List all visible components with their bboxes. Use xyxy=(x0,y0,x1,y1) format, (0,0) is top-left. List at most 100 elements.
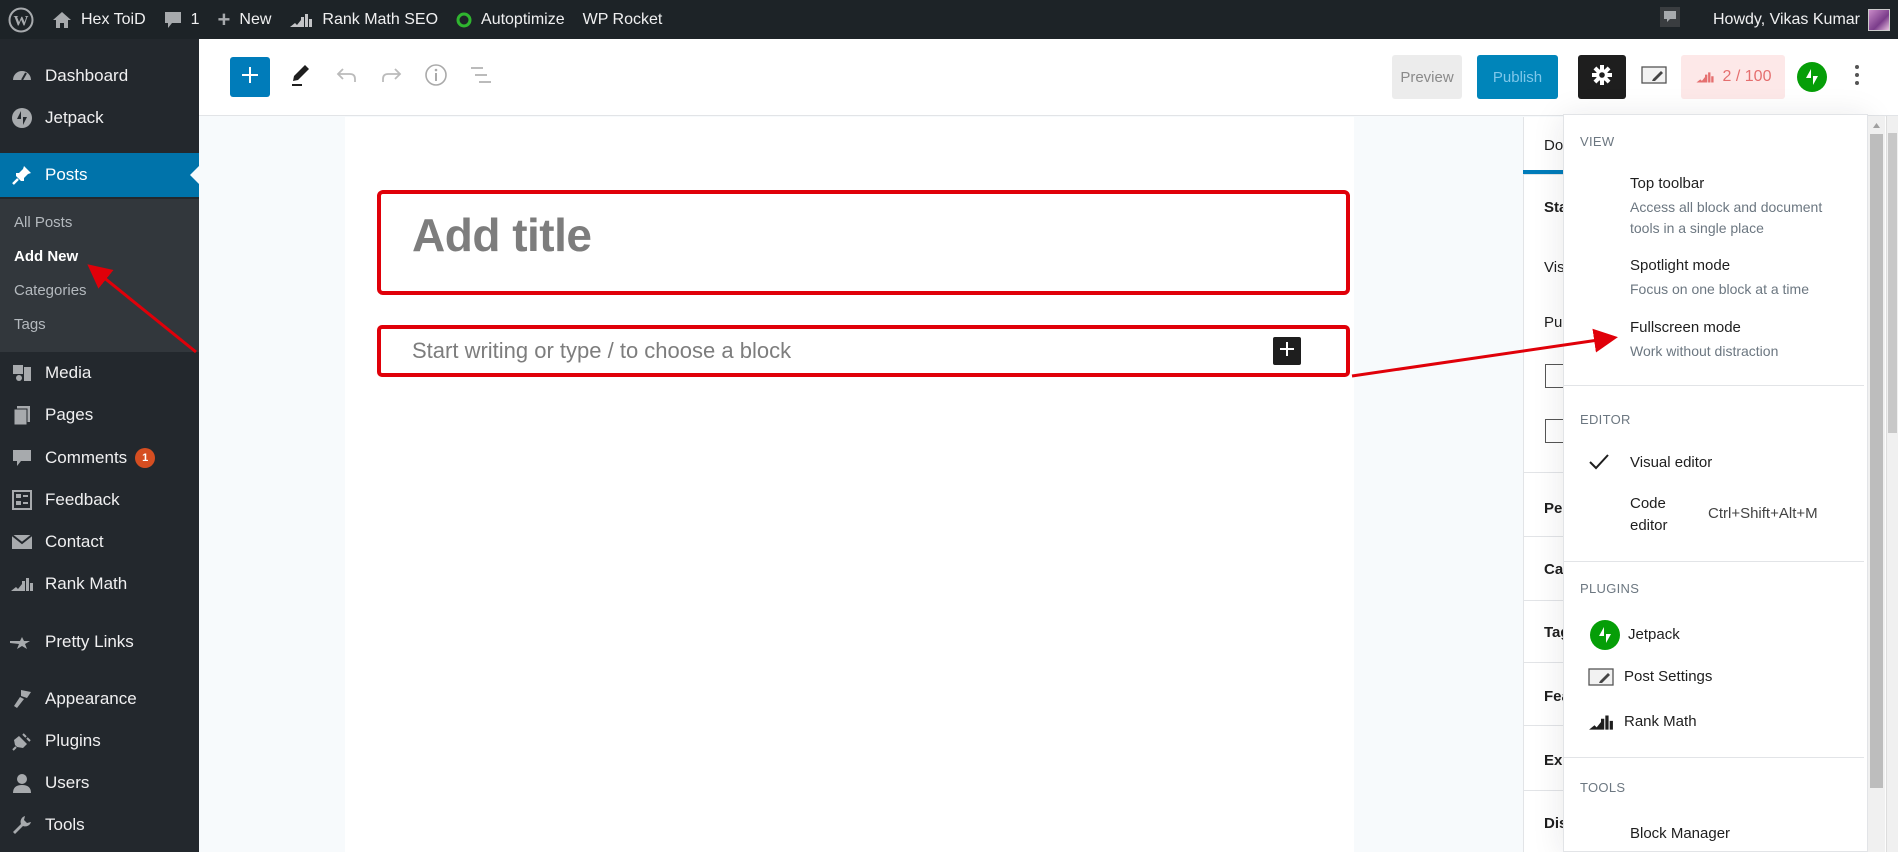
menu-item-post-settings[interactable]: Post Settings xyxy=(1564,663,1864,695)
pending-review-checkbox[interactable] xyxy=(1545,419,1565,443)
more-tools-button[interactable] xyxy=(1839,55,1875,99)
menu-comments[interactable]: Comments 1 xyxy=(0,438,199,478)
menu-posts[interactable]: Posts xyxy=(0,153,199,197)
menu-label: Tools xyxy=(45,815,85,834)
wp-rocket-menu[interactable]: WP Rocket xyxy=(574,0,672,39)
dropdown-scrollbar-thumb[interactable] xyxy=(1870,134,1883,788)
rank-math-seo-menu[interactable]: Rank Math SEO xyxy=(280,0,447,39)
submenu-add-new[interactable]: Add New xyxy=(14,248,78,265)
menu-dashboard[interactable]: Dashboard xyxy=(0,56,199,96)
autoptimize-menu[interactable]: Autoptimize xyxy=(447,0,574,39)
comment-icon xyxy=(164,11,182,29)
divider xyxy=(1523,725,1563,726)
menu-label: Plugins xyxy=(45,731,101,750)
block-inserter-button[interactable] xyxy=(230,57,270,97)
comments-menu[interactable]: 1 xyxy=(155,0,209,39)
menu-pretty-links[interactable]: Pretty Links xyxy=(0,622,199,662)
tools-mode-button[interactable] xyxy=(283,57,319,97)
menu-label: Users xyxy=(45,773,90,792)
menu-item-jetpack[interactable]: Jetpack xyxy=(1564,617,1864,653)
new-label: New xyxy=(239,10,272,28)
submenu-all-posts[interactable]: All Posts xyxy=(14,214,72,231)
menu-appearance[interactable]: Appearance xyxy=(0,679,199,719)
rank-math-icon xyxy=(10,572,34,596)
menu-label: Jetpack xyxy=(45,108,104,127)
menu-item-rank-math[interactable]: Rank Math xyxy=(1564,708,1864,740)
divider xyxy=(1523,790,1563,791)
feedback-icon xyxy=(10,488,34,512)
autoptimize-status-icon xyxy=(456,12,472,28)
jetpack-icon xyxy=(10,106,34,130)
settings-button[interactable] xyxy=(1578,55,1626,99)
post-title-input[interactable]: Add title xyxy=(412,208,592,262)
divider xyxy=(1564,561,1864,562)
menu-rank-math[interactable]: Rank Math xyxy=(0,564,199,604)
scroll-up-arrow-icon[interactable] xyxy=(1870,119,1883,132)
rank-math-seo-label: Rank Math SEO xyxy=(322,10,439,28)
svg-text:W: W xyxy=(14,13,29,29)
menu-feedback[interactable]: Feedback xyxy=(0,480,199,520)
item-label: Rank Math xyxy=(1624,713,1697,730)
menu-item-spotlight-mode[interactable]: Spotlight mode Focus on one block at a t… xyxy=(1564,257,1864,301)
admin-bar: W Hex ToiD 1 + New Rank Math SEO Autopti… xyxy=(0,0,1898,39)
menu-tools[interactable]: Tools xyxy=(0,805,199,845)
more-menu-dropdown: View Top toolbar Access all block and do… xyxy=(1563,114,1868,852)
group-label-plugins: Plugins xyxy=(1580,581,1640,596)
howdy-greeting: Howdy, Vikas Kumar xyxy=(1712,10,1860,28)
submenu-categories[interactable]: Categories xyxy=(14,282,87,299)
plus-icon xyxy=(241,66,259,89)
notifications-menu[interactable] xyxy=(1650,0,1690,39)
jetpack-button[interactable] xyxy=(1792,55,1832,99)
menu-users[interactable]: Users xyxy=(0,763,199,803)
undo-button[interactable] xyxy=(329,57,365,97)
wp-logo-menu[interactable]: W xyxy=(0,0,43,39)
menu-item-fullscreen-mode[interactable]: Fullscreen mode Work without distraction xyxy=(1564,319,1864,363)
menu-media[interactable]: Media xyxy=(0,353,199,393)
tab-document[interactable]: Do xyxy=(1544,137,1563,154)
item-label: Visual editor xyxy=(1630,454,1713,471)
item-label: Block Manager xyxy=(1630,825,1731,842)
panel-categories[interactable]: Ca xyxy=(1544,561,1563,578)
menu-item-code-editor[interactable]: Code editor Ctrl+Shift+Alt+M xyxy=(1564,493,1864,543)
list-view-icon xyxy=(469,65,493,90)
group-label-view: View xyxy=(1580,134,1615,149)
redo-button[interactable] xyxy=(373,57,409,97)
submenu-tags[interactable]: Tags xyxy=(14,316,46,333)
rank-math-icon xyxy=(1588,712,1614,732)
default-block-appender[interactable]: Start writing or type / to choose a bloc… xyxy=(412,338,791,364)
keyboard-shortcut: Ctrl+Shift+Alt+M xyxy=(1708,505,1818,522)
gear-icon xyxy=(1591,64,1613,91)
sticky-checkbox[interactable] xyxy=(1545,364,1565,388)
plus-icon: + xyxy=(217,6,231,32)
publish-label: Pu xyxy=(1544,314,1563,331)
menu-plugins[interactable]: Plugins xyxy=(0,721,199,761)
new-content-menu[interactable]: + New xyxy=(209,0,281,39)
preview-button[interactable]: Preview xyxy=(1392,55,1462,99)
undo-icon xyxy=(336,66,358,89)
rank-math-score-button[interactable]: 2 / 100 xyxy=(1681,55,1785,99)
menu-item-block-manager[interactable]: Block Manager xyxy=(1564,823,1864,851)
divider xyxy=(1523,472,1563,473)
publish-button[interactable]: Publish xyxy=(1477,55,1558,99)
post-settings-icon xyxy=(1641,65,1667,90)
sidebar-scrollbar-thumb[interactable] xyxy=(1888,133,1897,433)
menu-jetpack[interactable]: Jetpack xyxy=(0,98,199,138)
my-account-menu[interactable]: Howdy, Vikas Kumar xyxy=(1704,0,1898,39)
kebab-menu-icon xyxy=(1854,64,1860,91)
panel-permalink[interactable]: Pe xyxy=(1544,500,1562,517)
menu-label: Rank Math xyxy=(45,574,128,593)
comments-count: 1 xyxy=(190,10,200,28)
menu-pages[interactable]: Pages xyxy=(0,395,199,435)
menu-item-top-toolbar[interactable]: Top toolbar Access all block and documen… xyxy=(1564,175,1864,236)
menu-contact[interactable]: Contact xyxy=(0,522,199,562)
content-info-button[interactable] xyxy=(418,57,454,97)
menu-item-visual-editor[interactable]: Visual editor xyxy=(1564,451,1864,483)
divider xyxy=(1523,174,1563,175)
jetpack-icon xyxy=(1797,62,1827,92)
block-navigation-button[interactable] xyxy=(463,57,499,97)
add-block-button[interactable] xyxy=(1273,337,1301,365)
envelope-icon xyxy=(10,530,34,554)
divider xyxy=(1523,536,1563,537)
post-settings-plugin-button[interactable] xyxy=(1636,55,1672,99)
site-name-menu[interactable]: Hex ToiD xyxy=(43,0,155,39)
